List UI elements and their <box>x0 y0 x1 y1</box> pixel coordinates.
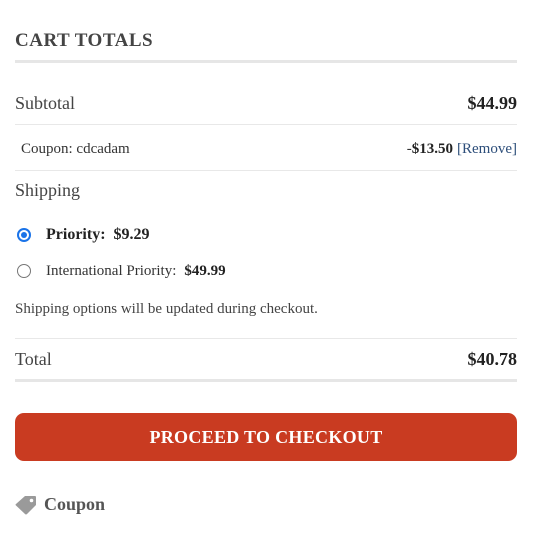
title-divider <box>15 60 517 63</box>
total-label: Total <box>15 348 52 369</box>
divider <box>15 338 517 339</box>
total-value: $40.78 <box>467 348 518 369</box>
cart-totals-title: CART TOTALS <box>15 30 154 51</box>
total-divider <box>15 379 517 382</box>
coupon-amount: $13.50 <box>411 140 454 157</box>
total-row: Total $40.78 <box>15 347 517 371</box>
coupon-label: Coupon: cdcadam <box>21 140 130 157</box>
coupon-toggle[interactable]: Coupon <box>15 494 105 515</box>
shipping-label: Shipping <box>15 179 81 200</box>
radio-international-priority[interactable] <box>17 264 31 278</box>
shipping-option-name: International Priority: <box>46 262 177 279</box>
coupon-toggle-label: Coupon <box>44 494 106 514</box>
divider <box>15 124 517 125</box>
shipping-option-name: Priority: <box>46 226 106 243</box>
shipping-option-price: $9.29 <box>113 226 150 243</box>
remove-coupon-link[interactable]: [Remove] <box>457 141 517 158</box>
divider <box>15 170 517 171</box>
coupon-discount: - $13.50 [Remove] <box>407 141 517 158</box>
cart-totals-panel: CART TOTALS Subtotal $44.99 Coupon: cdca… <box>0 0 558 533</box>
shipping-option-international[interactable]: International Priority: $49.99 <box>17 260 226 282</box>
subtotal-row: Subtotal $44.99 <box>15 91 517 115</box>
subtotal-value: $44.99 <box>467 92 518 113</box>
proceed-to-checkout-button[interactable]: PROCEED TO CHECKOUT <box>15 413 517 461</box>
shipping-header-row: Shipping <box>15 178 517 202</box>
radio-priority[interactable] <box>17 228 31 242</box>
shipping-option-price: $49.99 <box>184 262 226 279</box>
coupon-row: Coupon: cdcadam - $13.50 [Remove] <box>15 138 517 160</box>
shipping-option-priority[interactable]: Priority: $9.29 <box>17 224 150 246</box>
shipping-note: Shipping options will be updated during … <box>15 301 318 317</box>
subtotal-label: Subtotal <box>15 92 76 113</box>
tag-icon <box>15 495 36 514</box>
